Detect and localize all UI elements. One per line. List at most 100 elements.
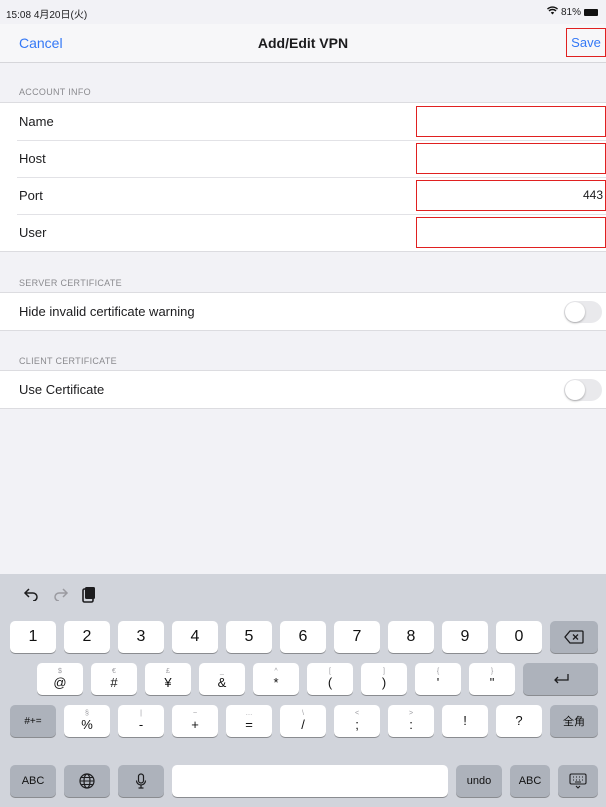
hide-warning-label: Hide invalid certificate warning [19,304,195,319]
key-close-paren[interactable]: ]) [361,663,407,695]
space-key[interactable] [172,765,448,797]
abc-key-left[interactable]: ABC [10,765,56,797]
use-certificate-toggle[interactable] [564,378,602,401]
use-certificate-label: Use Certificate [19,382,105,397]
shift-symbols-key[interactable]: #+= [10,705,56,737]
key-asterisk[interactable]: ^ * [253,663,299,695]
key-label: * [273,675,279,690]
port-row: Port 443 [0,177,606,214]
delete-key[interactable] [550,621,598,653]
key-8[interactable]: 8 [388,621,434,653]
key-label: 4 [190,628,200,645]
key-at[interactable]: $ @ [37,663,83,695]
hide-warning-toggle[interactable] [564,300,602,323]
keyboard: 1 2 3 4 5 6 7 8 9 0 $ @ € # £ ¥ _ & ^ * [( ])… [0,574,606,807]
client-certificate-header: CLIENT CERTIFICATE [19,356,117,366]
key-label: - [138,717,144,732]
key-question[interactable]: ? [496,705,542,737]
key-5[interactable]: 5 [226,621,272,653]
server-certificate-group: Hide invalid certificate warning [0,292,606,331]
globe-icon [79,773,95,789]
paste-icon[interactable] [82,586,96,608]
key-hash[interactable]: € # [91,663,137,695]
key-label: 5 [244,628,254,645]
status-time-text: 15:08 [6,10,32,21]
key-slash[interactable]: \ / [280,705,326,737]
key-label: & [217,675,227,690]
key-label: 2 [82,628,92,645]
zenkaku-key[interactable]: 全角 [550,705,598,737]
key-label: ' [436,675,440,690]
key-label: = [245,717,253,732]
status-right: 81% [546,6,598,18]
toggle-knob [565,379,585,400]
name-field[interactable] [416,106,606,137]
key-label: # [110,675,118,690]
key-colon[interactable]: >: [388,705,434,737]
key-label: : [409,717,413,732]
key-percent[interactable]: §% [64,705,110,737]
key-label: undo [466,775,492,787]
key-label: 3 [136,628,146,645]
key-0[interactable]: 0 [496,621,542,653]
delete-icon [564,630,584,644]
key-apostrophe[interactable]: {' [415,663,461,695]
microphone-key[interactable] [118,765,164,797]
undo-key[interactable]: undo [456,765,502,797]
dismiss-keyboard-key[interactable] [558,765,598,797]
key-label: ) [381,675,387,690]
account-info-group: Name Host Port 443 User [0,102,606,252]
key-equals[interactable]: … = [226,705,272,737]
key-exclamation[interactable]: ! [442,705,488,737]
redo-icon[interactable] [53,586,69,606]
key-plus[interactable]: ~ + [172,705,218,737]
host-label: Host [19,151,46,166]
key-semicolon[interactable]: <; [334,705,380,737]
battery-icon [584,8,598,16]
key-label: / [301,717,305,732]
key-label: ¥ [164,675,172,690]
save-button[interactable]: Save [566,28,606,57]
key-ampersand[interactable]: _ & [199,663,245,695]
status-bar: 15:08 4月20日(火) 81% [0,0,606,22]
key-3[interactable]: 3 [118,621,164,653]
key-label: 7 [352,628,362,645]
server-certificate-header: SERVER CERTIFICATE [19,278,122,288]
keyboard-dismiss-icon [569,773,587,789]
abc-key-right[interactable]: ABC [510,765,550,797]
key-open-paren[interactable]: [( [307,663,353,695]
key-4[interactable]: 4 [172,621,218,653]
key-label: 0 [514,628,524,645]
key-9[interactable]: 9 [442,621,488,653]
nav-bar: Cancel Add/Edit VPN Save [0,24,606,63]
globe-key[interactable] [64,765,110,797]
toggle-knob [565,301,585,322]
key-minus[interactable]: | - [118,705,164,737]
key-7[interactable]: 7 [334,621,380,653]
key-label: 9 [460,628,470,645]
use-certificate-row: Use Certificate [0,371,606,408]
key-label: ? [515,713,523,728]
key-label: ( [327,675,333,690]
host-field[interactable] [416,143,606,174]
user-field[interactable] [416,217,606,248]
key-label: ABC [21,775,45,787]
name-label: Name [19,114,54,129]
key-label: ! [463,713,467,728]
undo-icon[interactable] [23,586,39,606]
wifi-icon [546,6,558,18]
keyboard-toolbar [0,574,606,614]
key-label: 全角 [563,716,585,728]
key-1[interactable]: 1 [10,621,56,653]
key-quote[interactable]: } " [469,663,515,695]
key-label: 1 [28,628,38,645]
key-2[interactable]: 2 [64,621,110,653]
key-6[interactable]: 6 [280,621,326,653]
client-certificate-group: Use Certificate [0,370,606,409]
port-field[interactable]: 443 [416,180,606,211]
key-label: @ [53,675,67,690]
return-icon [553,674,569,684]
return-key[interactable] [523,663,598,695]
user-row: User [0,214,606,251]
key-yen[interactable]: £ ¥ [145,663,191,695]
